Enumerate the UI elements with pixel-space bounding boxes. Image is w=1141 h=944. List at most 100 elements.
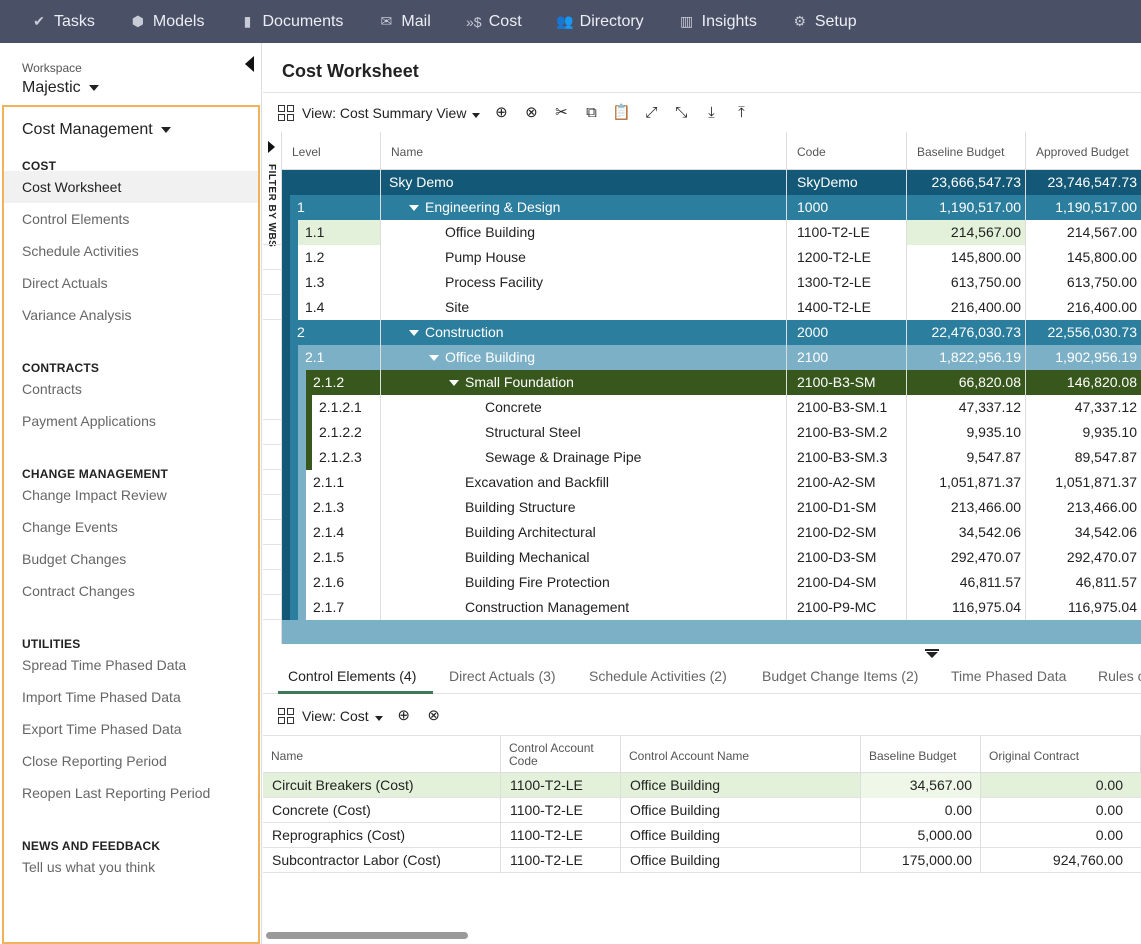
nav-documents[interactable]: ▮ Documents: [238, 13, 344, 31]
worksheet-row[interactable]: 2.1.7 Construction Management 2100-P9-MC 11…: [263, 595, 1141, 620]
name-cell[interactable]: Structural Steel: [381, 420, 787, 445]
grid-view-icon[interactable]: [278, 105, 294, 121]
sidebar-item-spread-time-phased-data[interactable]: Spread Time Phased Data: [4, 649, 258, 681]
panel-splitter-icon[interactable]: [925, 649, 939, 659]
name-cell[interactable]: Concrete: [381, 395, 787, 420]
worksheet-row[interactable]: 2.1.2 Small Foundation 2100-B3-SM 66,820.08…: [263, 370, 1141, 395]
worksheet-row[interactable]: 2.1.5 Building Mechanical 2100-D3-SM 292,47…: [263, 545, 1141, 570]
module-selector[interactable]: Cost Management: [22, 121, 171, 139]
tab-0[interactable]: Control Elements (4): [288, 668, 416, 684]
control-element-row[interactable]: Reprographics (Cost) 1100-T2-LE Office Bui…: [263, 823, 1141, 848]
tab-2[interactable]: Schedule Activities (2): [589, 668, 727, 684]
sidebar-item-variance-analysis[interactable]: Variance Analysis: [4, 299, 258, 331]
sidebar-item-cost-worksheet[interactable]: Cost Worksheet: [4, 171, 258, 203]
collapse-icon[interactable]: ⤡: [670, 102, 692, 124]
column-header-level[interactable]: Level: [282, 132, 381, 170]
sidebar-item-contract-changes[interactable]: Contract Changes: [4, 575, 258, 607]
worksheet-row[interactable]: Sky Demo SkyDemo 23,666,547.73 23,746,547.7…: [263, 170, 1141, 195]
nav-insights[interactable]: ▥ Insights: [678, 13, 757, 31]
tab-3[interactable]: Budget Change Items (2): [762, 668, 918, 684]
nav-mail[interactable]: ✉ Mail: [377, 13, 431, 31]
name-cell[interactable]: Sewage & Drainage Pipe: [381, 445, 787, 470]
worksheet-row[interactable]: 1.1 Office Building 1100-T2-LE 214,567.00 21…: [263, 220, 1141, 245]
worksheet-row[interactable]: 2.1.6 Building Fire Protection 2100-D4-SM 4…: [263, 570, 1141, 595]
expand-filter-icon[interactable]: [268, 141, 275, 153]
name-cell[interactable]: Excavation and Backfill: [381, 470, 787, 495]
worksheet-row[interactable]: 2.1.1 Excavation and Backfill 2100-A2-SM 1,…: [263, 470, 1141, 495]
expand-toggle-icon[interactable]: [409, 330, 419, 337]
column-header-code[interactable]: Code: [787, 132, 907, 170]
sidebar-item-change-impact-review[interactable]: Change Impact Review: [4, 479, 258, 511]
remove-icon[interactable]: ⊗: [423, 705, 445, 727]
grid-view-icon[interactable]: [278, 708, 294, 724]
column-header-original-contract[interactable]: Original Contract: [981, 735, 1141, 773]
download-icon[interactable]: ⤓: [700, 102, 722, 124]
add-icon[interactable]: ⊕: [490, 102, 512, 124]
sidebar-item-payment-applications[interactable]: Payment Applications: [4, 405, 258, 437]
name-cell[interactable]: Small Foundation: [381, 370, 787, 395]
worksheet-row[interactable]: 2.1.3 Building Structure 2100-D1-SM 213,466…: [263, 495, 1141, 520]
name-cell[interactable]: Construction Management: [381, 595, 787, 620]
name-cell[interactable]: Office Building: [381, 345, 787, 370]
column-header-approved-budget[interactable]: Approved Budget: [1026, 132, 1141, 170]
horizontal-scrollbar[interactable]: [266, 932, 468, 939]
worksheet-row[interactable]: 2.1.2.2 Structural Steel 2100-B3-SM.2 9,935…: [263, 420, 1141, 445]
nav-cost[interactable]: »$ Cost: [465, 13, 522, 31]
sidebar-item-tell-us-what-you-think[interactable]: Tell us what you think: [4, 851, 258, 883]
name-cell[interactable]: Sky Demo: [381, 170, 787, 195]
name-cell[interactable]: Office Building: [381, 220, 787, 245]
sidebar-item-budget-changes[interactable]: Budget Changes: [4, 543, 258, 575]
column-header-control-account-code[interactable]: Control Account Code: [501, 735, 621, 773]
name-cell[interactable]: Engineering & Design: [381, 195, 787, 220]
name-cell[interactable]: Process Facility: [381, 270, 787, 295]
column-header-name[interactable]: Name: [381, 132, 787, 170]
sidebar-item-close-reporting-period[interactable]: Close Reporting Period: [4, 745, 258, 777]
cut-icon[interactable]: ✂: [550, 102, 572, 124]
copy-icon[interactable]: ⧉: [580, 102, 602, 124]
worksheet-row[interactable]: 1.4 Site 1400-T2-LE 216,400.00 216,400.00: [263, 295, 1141, 320]
worksheet-row[interactable]: 2.1.2.1 Concrete 2100-B3-SM.1 47,337.12 47,3…: [263, 395, 1141, 420]
name-cell[interactable]: Building Fire Protection: [381, 570, 787, 595]
collapse-sidebar-icon[interactable]: [245, 56, 254, 72]
sidebar-item-export-time-phased-data[interactable]: Export Time Phased Data: [4, 713, 258, 745]
worksheet-row[interactable]: 2.1 Office Building 2100 1,822,956.19 1,902,…: [263, 345, 1141, 370]
expand-toggle-icon[interactable]: [429, 355, 439, 362]
sidebar-item-import-time-phased-data[interactable]: Import Time Phased Data: [4, 681, 258, 713]
nav-models[interactable]: ⬢ Models: [129, 13, 205, 31]
column-header-name[interactable]: Name: [263, 735, 501, 773]
control-element-row[interactable]: Circuit Breakers (Cost) 1100-T2-LE Office …: [263, 773, 1141, 798]
sidebar-item-schedule-activities[interactable]: Schedule Activities: [4, 235, 258, 267]
workspace-selector[interactable]: Majestic: [22, 79, 99, 97]
nav-tasks[interactable]: ✔ Tasks: [30, 13, 95, 31]
tab-5[interactable]: Rules c: [1098, 668, 1141, 684]
control-element-row[interactable]: Subcontractor Labor (Cost) 1100-T2-LE Offi…: [263, 848, 1141, 873]
tab-1[interactable]: Direct Actuals (3): [449, 668, 556, 684]
paste-icon[interactable]: 📋: [610, 102, 632, 124]
worksheet-row[interactable]: 1.2 Pump House 1200-T2-LE 145,800.00 145,800…: [263, 245, 1141, 270]
expand-icon[interactable]: ⤢: [640, 102, 662, 124]
column-header-baseline-budget[interactable]: Baseline Budget: [907, 132, 1026, 170]
nav-setup[interactable]: ⚙ Setup: [791, 13, 857, 31]
column-header-control-account-name[interactable]: Control Account Name: [621, 735, 861, 773]
worksheet-row[interactable]: 1 Engineering & Design 1000 1,190,517.00 1,1…: [263, 195, 1141, 220]
control-element-row[interactable]: Concrete (Cost) 1100-T2-LE Office Building…: [263, 798, 1141, 823]
add-icon[interactable]: ⊕: [393, 705, 415, 727]
tab-4[interactable]: Time Phased Data: [951, 668, 1066, 684]
name-cell[interactable]: Building Structure: [381, 495, 787, 520]
sidebar-item-contracts[interactable]: Contracts: [4, 373, 258, 405]
expand-toggle-icon[interactable]: [449, 380, 459, 387]
column-header-baseline-budget[interactable]: Baseline Budget: [861, 735, 981, 773]
upload-icon[interactable]: ⤒: [730, 102, 752, 124]
expand-toggle-icon[interactable]: [409, 205, 419, 212]
name-cell[interactable]: Construction: [381, 320, 787, 345]
name-cell[interactable]: Building Architectural: [381, 520, 787, 545]
nav-directory[interactable]: 👥 Directory: [556, 13, 644, 31]
view-selector[interactable]: View: Cost: [302, 708, 393, 724]
remove-icon[interactable]: ⊗: [520, 102, 542, 124]
name-cell[interactable]: Pump House: [381, 245, 787, 270]
worksheet-row[interactable]: 2 Construction 2000 22,476,030.73 22,556,030…: [263, 320, 1141, 345]
view-selector[interactable]: View: Cost Summary View: [302, 105, 490, 121]
sidebar-item-direct-actuals[interactable]: Direct Actuals: [4, 267, 258, 299]
name-cell[interactable]: Site: [381, 295, 787, 320]
sidebar-item-reopen-last-reporting-period[interactable]: Reopen Last Reporting Period: [4, 777, 258, 809]
